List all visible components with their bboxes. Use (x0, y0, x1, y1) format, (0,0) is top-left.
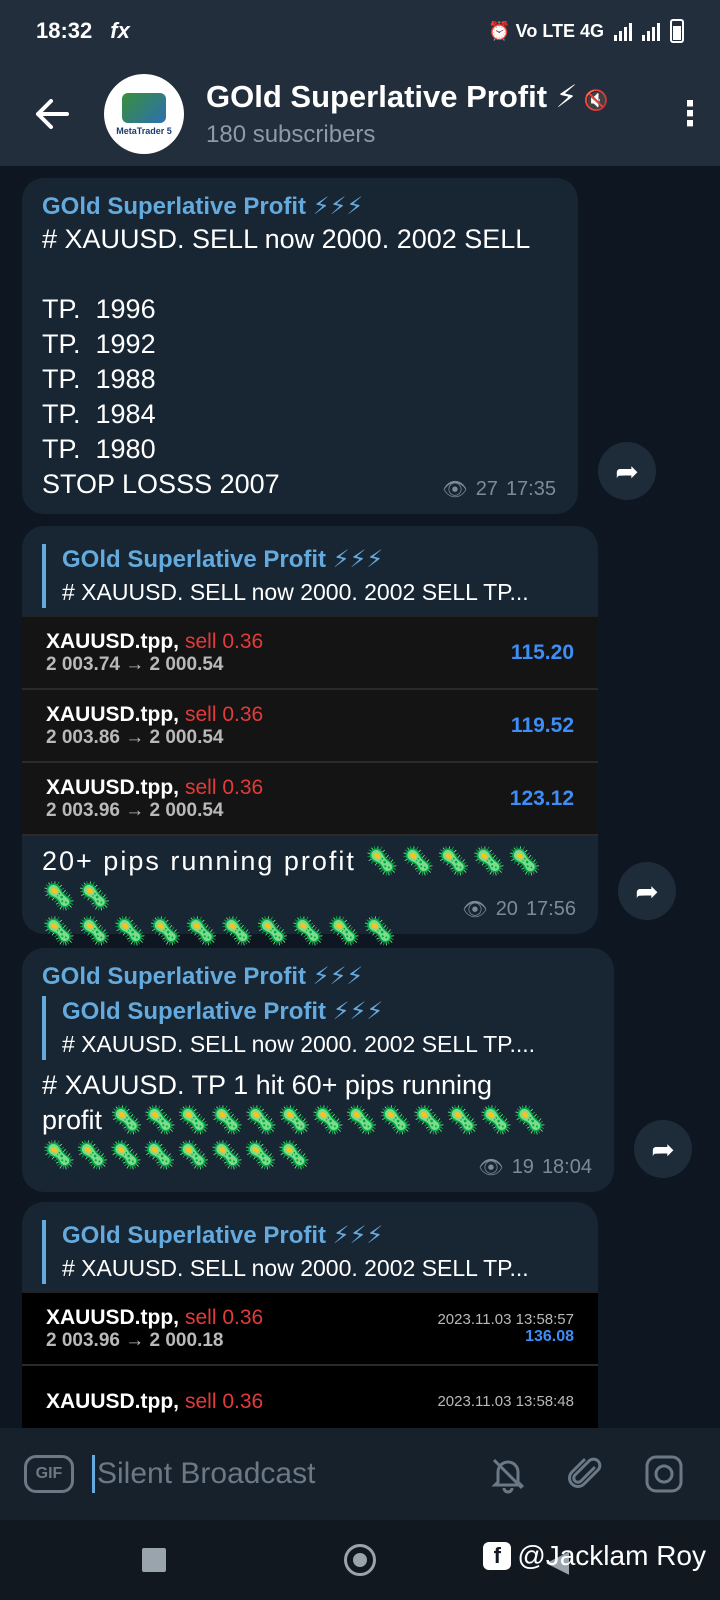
channel-avatar[interactable]: MetaTrader 5 (104, 74, 184, 154)
trade-date: 2023.11.03 13:58:48 (437, 1393, 574, 1410)
reply-preview[interactable]: GOld Superlative Profit ⚡⚡⚡ # XAUUSD. SE… (42, 1220, 578, 1284)
trade-prices: 2 003.96 → 2 000.54 (46, 799, 224, 821)
message-bubble[interactable]: GOld Superlative Profit ⚡⚡⚡ # XAUUSD. SE… (22, 526, 598, 946)
home-icon[interactable] (344, 1544, 376, 1576)
share-icon[interactable]: ➦ (634, 1120, 692, 1178)
views-icon: 👁 (478, 1157, 504, 1179)
channel-title-text: GOld Superlative Profit ⚡ (206, 79, 578, 114)
trade-row: XAUUSD.tpp, sell 0.36 2 003.86 → 2 000.54… (22, 690, 598, 763)
message-time: 18:04 (541, 1156, 592, 1178)
trade-side: sell 0.36 (185, 702, 264, 726)
message-meta: 👁 19 18:04 (478, 1155, 592, 1180)
gif-button[interactable]: GIF (24, 1455, 74, 1493)
trade-row: XAUUSD.tpp, sell 0.36 2 003.96 → 2 000.18… (22, 1293, 598, 1366)
reply-title: GOld Superlative Profit ⚡⚡⚡ (62, 998, 384, 1025)
subscriber-count: 180 subscribers (206, 121, 376, 148)
view-count: 19 (511, 1156, 534, 1178)
status-indicators: ⏰ Vo LTE 4G (488, 19, 684, 43)
trade-screenshot[interactable]: XAUUSD.tpp, sell 0.36 2 003.96 → 2 000.18… (22, 1292, 598, 1428)
message-bubble[interactable]: GOld Superlative Profit ⚡⚡⚡ GOld Superla… (22, 948, 614, 1192)
trade-side: sell 0.36 (185, 629, 264, 653)
reply-title: GOld Superlative Profit ⚡⚡⚡ (62, 1222, 384, 1249)
reply-text: # XAUUSD. SELL now 2000. 2002 SELL TP...… (62, 1031, 536, 1057)
silent-bell-icon[interactable] (476, 1442, 540, 1506)
system-nav-bar: ◀ f @Jacklam Roy (0, 1520, 720, 1600)
trade-side: sell 0.36 (185, 1305, 264, 1329)
mute-icon: 🔇 (583, 90, 609, 112)
trade-side: sell 0.36 (185, 775, 264, 799)
reply-preview[interactable]: GOld Superlative Profit ⚡⚡⚡ # XAUUSD. SE… (42, 996, 594, 1060)
share-icon[interactable]: ➦ (618, 862, 676, 920)
message-meta: 👁 27 17:35 (442, 477, 556, 502)
battery-icon (670, 19, 684, 43)
message-meta: 👁 20 17:56 (462, 897, 576, 922)
status-indicator-text: ⏰ Vo LTE 4G (488, 20, 604, 41)
recents-icon[interactable] (142, 1548, 166, 1572)
trade-profit: 123.12 (509, 786, 574, 810)
message-time: 17:35 (505, 478, 556, 500)
views-icon: 👁 (442, 479, 468, 501)
facebook-icon: f (483, 1542, 512, 1570)
trade-symbol: XAUUSD.tpp, (46, 775, 179, 799)
message-sender: GOld Superlative Profit ⚡⚡⚡ (42, 193, 364, 220)
message-input[interactable]: Silent Broadcast (92, 1455, 462, 1493)
channel-info[interactable]: GOld Superlative Profit ⚡ 🔇 180 subscribe… (206, 78, 660, 150)
view-count: 20 (495, 898, 518, 920)
status-bar: 18:32 fx ⏰ Vo LTE 4G (0, 0, 720, 62)
camera-icon[interactable] (632, 1442, 696, 1506)
signal-icon (614, 21, 632, 41)
status-time: 18:32 (36, 18, 93, 43)
message-input-bar: GIF Silent Broadcast (0, 1428, 720, 1520)
trade-prices: 2 003.74 → 2 000.54 (46, 653, 224, 675)
chat-header: MetaTrader 5 GOld Superlative Profit ⚡ 🔇 … (0, 62, 720, 166)
message-text: # XAUUSD. SELL now 2000. 2002 SELL TP. 1… (42, 224, 531, 499)
signal-icon-2 (642, 21, 660, 41)
share-icon[interactable]: ➦ (598, 442, 656, 500)
watermark-text: @Jacklam Roy (517, 1540, 706, 1571)
trade-row: XAUUSD.tpp, sell 0.36 2023.11.03 13:58:48 (22, 1366, 598, 1428)
message-sender: GOld Superlative Profit ⚡⚡⚡ (42, 963, 364, 990)
back-arrow-icon[interactable] (0, 62, 104, 166)
trade-side: sell 0.36 (185, 1389, 264, 1413)
trade-symbol: XAUUSD.tpp, (46, 1305, 179, 1329)
message-bubble[interactable]: GOld Superlative Profit ⚡⚡⚡ # XAUUSD. SE… (22, 1202, 598, 1428)
trade-profit: 136.08 (525, 1328, 574, 1345)
trade-symbol: XAUUSD.tpp, (46, 702, 179, 726)
trade-row: XAUUSD.tpp, sell 0.36 2 003.96 → 2 000.54… (22, 763, 598, 836)
message-bubble[interactable]: GOld Superlative Profit ⚡⚡⚡ # XAUUSD. SE… (22, 178, 578, 514)
app-notification-icon: fx (110, 18, 130, 43)
more-vert-icon[interactable]: ⋮ (660, 62, 720, 166)
trade-prices: 2 003.86 → 2 000.54 (46, 726, 224, 748)
trade-profit: 119.52 (510, 713, 574, 737)
metatrader-logo-icon (122, 92, 166, 123)
avatar-logo-text: MetaTrader 5 (116, 125, 172, 136)
reply-text: # XAUUSD. SELL now 2000. 2002 SELL TP... (62, 579, 529, 605)
reply-title: GOld Superlative Profit ⚡⚡⚡ (62, 546, 384, 573)
watermark: f @Jacklam Roy (483, 1540, 706, 1572)
message-time: 17:56 (525, 898, 576, 920)
reply-preview[interactable]: GOld Superlative Profit ⚡⚡⚡ # XAUUSD. SE… (42, 544, 578, 608)
view-count: 27 (475, 478, 498, 500)
trade-prices: 2 003.96 → 2 000.18 (46, 1329, 224, 1351)
reply-text: # XAUUSD. SELL now 2000. 2002 SELL TP... (62, 1255, 529, 1281)
views-icon: 👁 (462, 899, 488, 921)
channel-title: GOld Superlative Profit ⚡ 🔇 (206, 78, 660, 120)
trade-screenshot[interactable]: XAUUSD.tpp, sell 0.36 2 003.74 → 2 000.54… (22, 616, 598, 836)
attach-icon[interactable] (554, 1442, 618, 1506)
chat-history[interactable]: GOld Superlative Profit ⚡⚡⚡ # XAUUSD. SE… (0, 166, 720, 1428)
trade-profit: 115.20 (510, 640, 574, 664)
trade-symbol: XAUUSD.tpp, (46, 1389, 179, 1413)
trade-row: XAUUSD.tpp, sell 0.36 2 003.74 → 2 000.54… (22, 617, 598, 690)
trade-date: 2023.11.03 13:58:57 (437, 1311, 574, 1328)
trade-symbol: XAUUSD.tpp, (46, 629, 179, 653)
